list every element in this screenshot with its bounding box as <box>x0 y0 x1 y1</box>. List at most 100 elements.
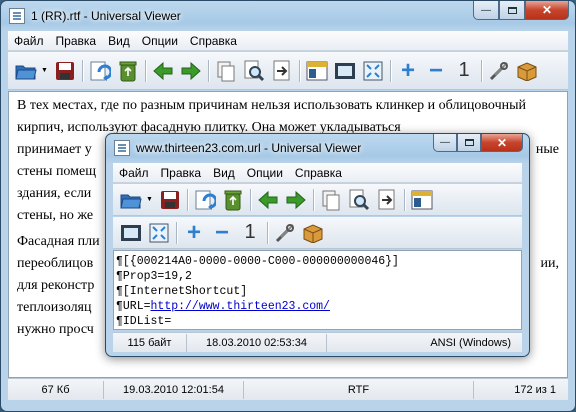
maximize-button[interactable] <box>499 1 525 20</box>
menu-help[interactable]: Справка <box>184 34 243 48</box>
close-button[interactable]: ✕ <box>525 1 569 20</box>
prev-button[interactable] <box>256 188 280 212</box>
save-button[interactable] <box>53 59 77 83</box>
minus-icon: − <box>428 56 443 84</box>
text-mode-button[interactable] <box>410 188 434 212</box>
minimize-button[interactable]: — <box>473 1 499 20</box>
fit-window-icon <box>363 61 383 80</box>
menu-file[interactable]: Файл <box>8 34 50 48</box>
maximize-button[interactable] <box>457 134 481 152</box>
zoom-original-button[interactable]: 1 <box>238 221 262 245</box>
close-button[interactable]: ✕ <box>481 134 523 152</box>
text-line: ¶[{000214A0-0000-0000-C000-000000000046}… <box>116 255 399 268</box>
zoom-out-button[interactable]: − <box>210 218 234 246</box>
url-link[interactable]: http://www.thirteen23.com/ <box>151 300 330 313</box>
menu-edit[interactable]: Правка <box>155 166 208 180</box>
reload-icon <box>195 190 216 210</box>
minimize-button[interactable]: — <box>433 134 457 152</box>
original-size-icon: 1 <box>458 59 470 81</box>
recycle-button[interactable] <box>221 188 245 212</box>
reload-icon <box>90 61 111 81</box>
plugins-button[interactable] <box>301 221 325 245</box>
copy-button[interactable] <box>214 59 238 83</box>
find-button[interactable] <box>347 188 371 212</box>
front-menubar: Файл Правка Вид Опции Справка <box>113 163 522 183</box>
package-icon <box>303 223 323 243</box>
next-button[interactable] <box>284 188 308 212</box>
open-button[interactable] <box>14 59 38 83</box>
fit-button[interactable] <box>147 221 171 245</box>
zoom-in-button[interactable]: + <box>182 218 206 246</box>
back-titlebar[interactable]: 1 (RR).rtf - Universal Viewer — ✕ <box>1 1 575 31</box>
image-mode-button[interactable] <box>333 59 357 83</box>
front-text-view[interactable]: ¶[{000214A0-0000-0000-C000-000000000046}… <box>113 250 522 330</box>
folder-icon <box>15 65 37 79</box>
chevron-down-icon: ▼ <box>146 196 153 203</box>
back-paragraph-1: В тех местах, где по разным причинам нел… <box>17 98 527 135</box>
open-button[interactable] <box>119 188 143 212</box>
status-file-size: 115 байт <box>113 333 187 352</box>
toolbar-separator <box>250 188 251 211</box>
menu-view[interactable]: Вид <box>102 34 136 48</box>
toolbar-separator <box>176 221 177 244</box>
open-dropdown[interactable]: ▼ <box>145 188 154 212</box>
status-encoding: ANSI (Windows) <box>430 336 511 349</box>
goto-button[interactable] <box>270 59 294 83</box>
minimize-icon: — <box>481 4 491 16</box>
document-icon <box>9 8 25 24</box>
menu-help[interactable]: Справка <box>289 166 348 180</box>
copy-icon <box>322 190 340 210</box>
open-dropdown[interactable]: ▼ <box>40 59 49 83</box>
plugins-button[interactable] <box>515 59 539 83</box>
zoom-out-button[interactable]: − <box>424 56 448 84</box>
goto-button[interactable] <box>375 188 399 212</box>
plus-icon: + <box>186 218 201 246</box>
close-icon: ✕ <box>496 135 508 150</box>
menu-options[interactable]: Опции <box>241 166 289 180</box>
prev-button[interactable] <box>151 59 175 83</box>
options-button[interactable] <box>273 221 297 245</box>
toolbar-separator <box>481 59 482 82</box>
menu-options[interactable]: Опции <box>136 34 184 48</box>
zoom-in-button[interactable]: + <box>396 57 420 84</box>
original-size-icon: 1 <box>244 221 256 243</box>
minus-icon: − <box>214 218 229 246</box>
menu-view[interactable]: Вид <box>207 166 241 180</box>
recycle-bin-icon <box>119 61 137 81</box>
front-window: www.thirteen23.com.url - Universal Viewe… <box>105 133 530 357</box>
save-button[interactable] <box>158 188 182 212</box>
status-format: RTF <box>244 380 474 399</box>
menu-edit[interactable]: Правка <box>50 34 103 48</box>
fit-button[interactable] <box>361 59 385 83</box>
options-button[interactable] <box>487 59 511 83</box>
text-line: ¶[InternetShortcut] <box>116 285 248 298</box>
toolbar-separator <box>299 59 300 82</box>
back-toolbar: ▼ + − 1 <box>8 52 568 90</box>
text-mode-button[interactable] <box>305 59 329 83</box>
toolbar-separator <box>82 59 83 82</box>
reload-button[interactable] <box>193 188 217 212</box>
toolbar-separator <box>404 188 405 211</box>
maximize-icon <box>464 139 474 146</box>
goto-icon <box>378 189 395 209</box>
recycle-button[interactable] <box>116 59 140 83</box>
next-button[interactable] <box>179 59 203 83</box>
front-titlebar[interactable]: www.thirteen23.com.url - Universal Viewe… <box>106 134 529 162</box>
reload-button[interactable] <box>88 59 112 83</box>
image-mode-button[interactable] <box>119 221 143 245</box>
menu-file[interactable]: Файл <box>113 166 155 180</box>
zoom-original-button[interactable]: 1 <box>452 59 476 83</box>
text-line: ¶IDList= <box>116 315 172 328</box>
arrow-left-icon <box>258 190 278 209</box>
image-mode-icon <box>335 62 355 79</box>
front-statusbar: 115 байт 18.03.2010 02:53:34 ANSI (Windo… <box>113 332 522 352</box>
find-button[interactable] <box>242 59 266 83</box>
copy-button[interactable] <box>319 188 343 212</box>
minimize-icon: — <box>440 137 450 148</box>
folder-icon <box>120 194 142 208</box>
goto-icon <box>273 60 290 80</box>
toolbar-separator <box>267 221 268 244</box>
text-mode-icon <box>306 61 328 80</box>
front-toolbar-row-2: + − 1 <box>113 217 522 249</box>
arrow-left-icon <box>153 61 173 80</box>
